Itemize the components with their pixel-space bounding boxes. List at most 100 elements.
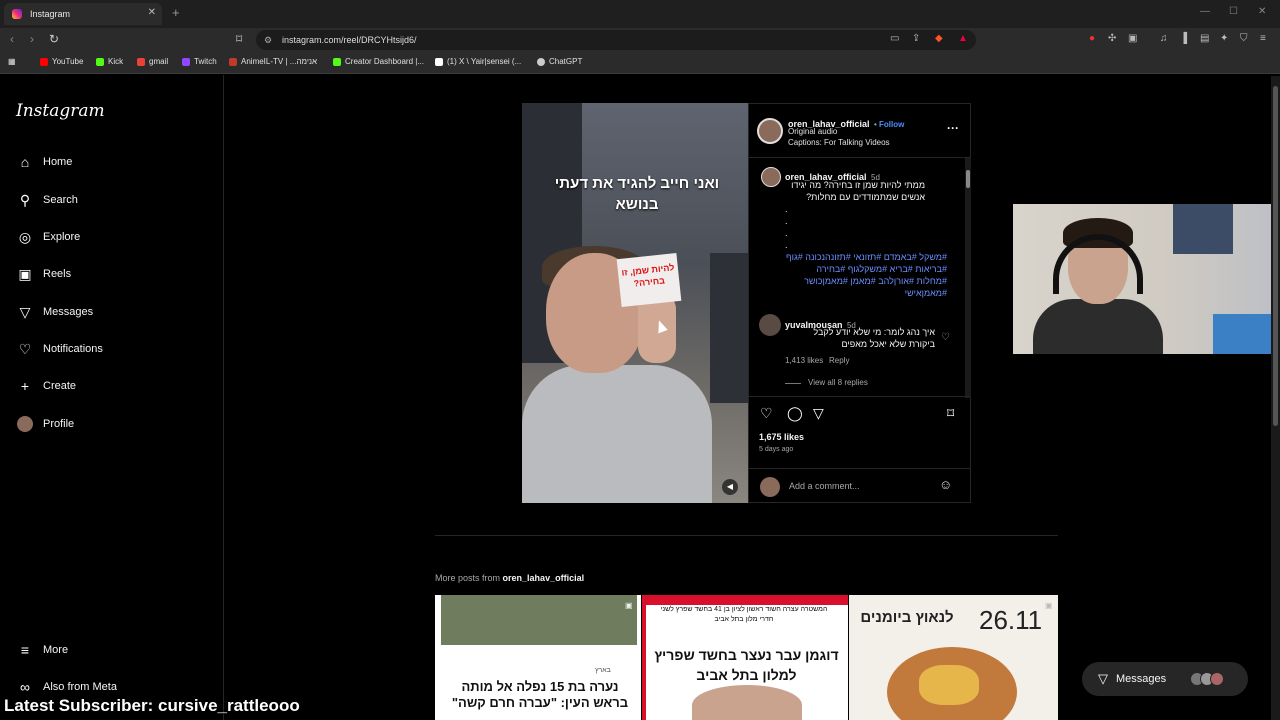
thumb-banner-bar (642, 595, 848, 605)
instagram-logo[interactable]: Instagram (16, 101, 105, 121)
post-details-panel: oren_lahav_official • Follow Original au… (748, 103, 971, 503)
music-icon[interactable]: ♫ (1160, 33, 1168, 44)
save-icon[interactable]: ⌑ (947, 405, 954, 422)
cast-icon[interactable]: ▭ (890, 33, 899, 44)
thumb-headline: נערה בת 15 נפלה אל מותה בראש העין: "עברה… (451, 679, 629, 710)
menu-icon[interactable]: ≡ (1260, 33, 1266, 44)
bookmark-creator-dashboard[interactable]: Creator Dashboard |... (333, 57, 424, 66)
comments-scrollbar[interactable] (965, 158, 971, 398)
bookmark-animeil[interactable]: AnimeIL-TV | ...אנימה (229, 57, 317, 66)
nav-explore[interactable]: ◎ Explore (16, 225, 216, 249)
reel-video[interactable]: להיות שמן, זו בחירה? ואני חייב להגיד את … (522, 103, 748, 503)
bookmark-x[interactable]: (1) X \ Yair|sensei (... (435, 57, 521, 66)
like-icon[interactable]: ♡ (760, 405, 773, 422)
maximize-icon[interactable]: ☐ (1229, 6, 1238, 17)
webcam-overlay (1013, 204, 1280, 354)
twitch-icon (182, 57, 190, 66)
nav-more[interactable]: ≡ More (16, 638, 216, 662)
x-icon (435, 57, 443, 66)
nav-reels[interactable]: ▣ Reels (16, 262, 216, 286)
compass-icon: ◎ (18, 228, 32, 245)
comment-reply-button[interactable]: Reply (829, 356, 849, 365)
more-post-thumb-1[interactable]: ▣ בארץ נערה בת 15 נפלה אל מותה בראש העין… (435, 595, 641, 720)
close-tab-icon[interactable]: ✕ (148, 7, 156, 18)
messages-icon: ▽ (1098, 671, 1108, 686)
thumb-headline: לנאוץ ביומנים (860, 609, 954, 626)
extension-record-icon[interactable]: ● (1089, 33, 1095, 44)
nav-messages[interactable]: ▽ Messages (16, 300, 216, 324)
browser-tab[interactable]: Instagram ✕ (4, 3, 162, 25)
share-icon[interactable]: ⇪ (912, 33, 920, 44)
bookmark-youtube[interactable]: YouTube (40, 57, 83, 66)
reel-indicator-icon: ▣ (1045, 601, 1053, 610)
sidebar-toggle-icon[interactable]: ▐ (1180, 33, 1187, 44)
nav-search[interactable]: ⚲ Search (16, 188, 216, 212)
comment-likes[interactable]: 1,413 likes (785, 356, 823, 365)
search-icon: ⚲ (19, 191, 31, 208)
bookmark-chatgpt[interactable]: ChatGPT (537, 57, 582, 66)
share-icon[interactable]: ▽ (813, 405, 824, 422)
apps-icon[interactable]: ▦ (8, 57, 16, 66)
nav-create[interactable]: + Create (16, 374, 216, 398)
nav-notifications[interactable]: ♡ Notifications (16, 337, 216, 361)
more-posts-author[interactable]: oren_lahav_official (503, 573, 585, 583)
reload-icon[interactable]: ↻ (49, 32, 59, 46)
browser-tab-bar: Instagram ✕ + — ☐ ✕ (0, 0, 1280, 28)
add-comment-input[interactable]: Add a comment... (789, 481, 860, 491)
caption-hashtags[interactable]: #משקל #באמדם #תזונאי #תזונהנכונה #גוף #ב… (785, 251, 947, 299)
bookmark-gmail[interactable]: gmail (137, 57, 168, 66)
person-body-image (522, 365, 712, 503)
commenter-avatar[interactable] (759, 314, 781, 336)
post-likes[interactable]: 1,675 likes (759, 432, 804, 442)
volume-icon[interactable]: ◀ (722, 479, 738, 495)
instagram-sidebar: Instagram ⌂ Home ⚲ Search ◎ Explore ▣ Reels … (0, 75, 224, 720)
bed-image (1213, 314, 1280, 354)
thumb-headline: דוגמן עבר נעצר בחשד שפריץ למלון בתל אביב (654, 647, 839, 683)
animeil-icon (229, 57, 237, 66)
more-post-thumb-3[interactable]: לנאוץ ביומנים 26.11 ▣ (849, 595, 1058, 720)
conversation-avatar (1210, 672, 1224, 686)
forward-icon[interactable]: › (30, 32, 34, 46)
minimize-icon[interactable]: — (1200, 6, 1210, 17)
post-actions: ♡ ◯ ▽ ⌑ 1,675 likes 5 days ago (749, 396, 970, 466)
more-options-icon[interactable]: ··· (947, 121, 959, 135)
messages-floating-button[interactable]: ▽ Messages (1082, 662, 1248, 696)
bookmark-kick[interactable]: Kick (96, 57, 123, 66)
hamburger-menu-icon: ≡ (20, 642, 30, 658)
vpn-icon[interactable]: ⛉ (1240, 33, 1248, 44)
bookmark-page-icon[interactable]: ⌑ (236, 32, 242, 46)
emoji-icon[interactable]: ☺ (939, 477, 952, 492)
nav-home[interactable]: ⌂ Home (16, 150, 216, 174)
bookmark-twitch[interactable]: Twitch (182, 57, 217, 66)
author-avatar[interactable] (757, 118, 783, 144)
more-post-thumb-2[interactable]: המשטרה עצרה חשוד ראשון לציון בן 41 בחשד … (642, 595, 848, 720)
screenshot-icon[interactable]: ▣ (1128, 33, 1137, 44)
new-tab-icon[interactable]: + (172, 5, 180, 20)
site-info-icon[interactable]: ⚙ (264, 30, 272, 50)
page-scrollbar[interactable] (1271, 76, 1280, 720)
audio-label[interactable]: Original audio (788, 127, 837, 136)
brave-shield-icon[interactable]: ◆ (935, 33, 943, 44)
stream-subscriber-overlay: Latest Subscriber: cursive_rattleooo (4, 696, 300, 715)
caption-author-avatar[interactable] (761, 167, 781, 187)
caption-text: ממתי להיות שמן זו בחירה? מה יגידו אנשים … (791, 180, 925, 202)
captions-label[interactable]: Captions: For Talking Videos (788, 138, 890, 147)
url-text: instagram.com/reel/DRCYHtsijd6/ (282, 35, 417, 45)
address-bar[interactable]: ⚙ instagram.com/reel/DRCYHtsijd6/ (256, 30, 976, 50)
close-window-icon[interactable]: ✕ (1258, 6, 1266, 17)
wallet-icon[interactable]: ▤ (1200, 33, 1209, 44)
extensions-icon[interactable]: ✣ (1108, 33, 1116, 44)
more-posts-label: More posts from oren_lahav_official (435, 573, 585, 583)
back-icon[interactable]: ‹ (10, 32, 14, 46)
streamer-shirt-image (1033, 299, 1163, 354)
leo-ai-icon[interactable]: ✦ (1220, 33, 1228, 44)
comment-text: איך נהג לומר: מי שלא יודע לקבל ביקורת של… (813, 327, 935, 349)
view-replies-button[interactable]: View all 8 replies (808, 378, 868, 387)
follow-button[interactable]: Follow (879, 120, 904, 129)
kick-icon (96, 57, 104, 66)
comment-icon[interactable]: ◯ (787, 405, 803, 422)
thumb-photo (441, 595, 637, 645)
nav-profile[interactable]: Profile (16, 412, 216, 436)
brave-rewards-icon[interactable]: ▲ (958, 33, 968, 44)
comment-like-icon[interactable]: ♡ (941, 332, 950, 343)
